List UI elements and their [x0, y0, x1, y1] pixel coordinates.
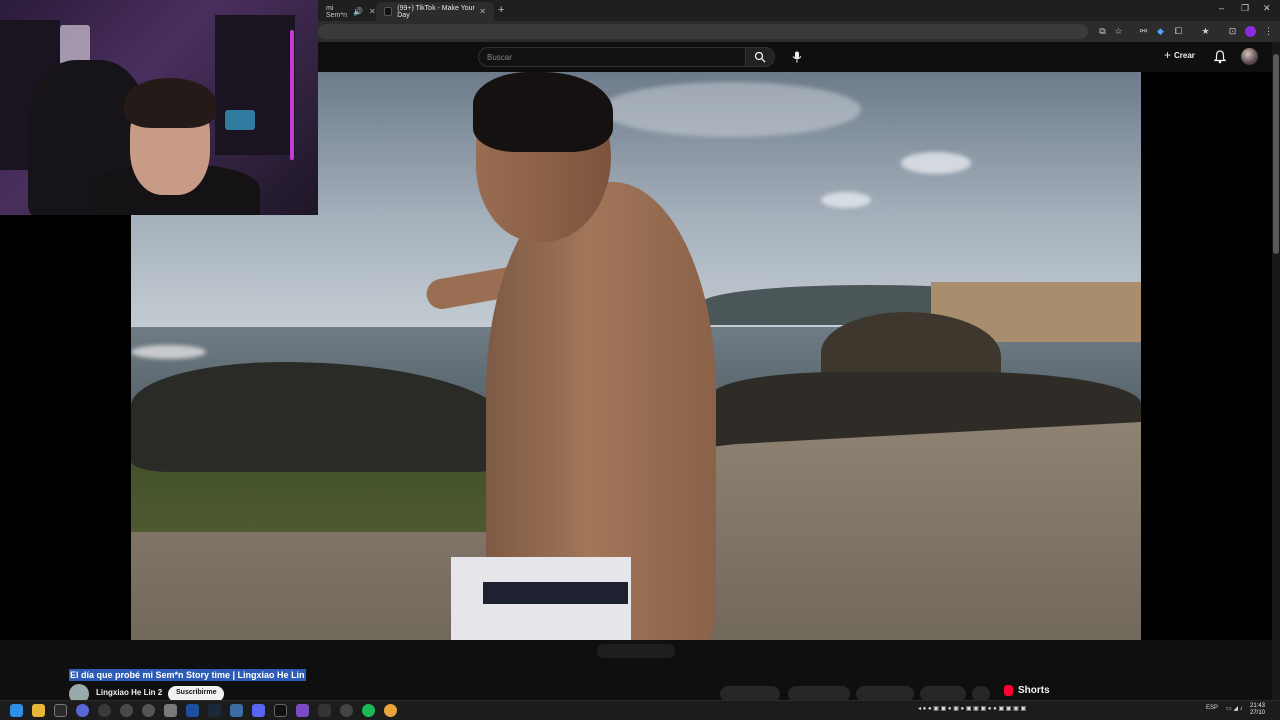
search-icon — [754, 51, 766, 63]
video-info: El día que probé mi Sem*n Story time | L… — [0, 640, 1272, 704]
install-icon[interactable]: ⧉ — [1097, 26, 1108, 37]
shorts-section-header: Shorts — [1004, 685, 1050, 696]
app-icon[interactable] — [164, 704, 177, 717]
search-input[interactable]: Buscar — [478, 47, 746, 67]
tiktok-icon[interactable] — [274, 704, 287, 717]
create-label: Crear — [1174, 50, 1195, 60]
tab-tiktok[interactable]: (99+) TikTok - Make Your Day ✕ — [376, 2, 494, 21]
player-controls-hint — [597, 644, 675, 658]
file-explorer-icon[interactable] — [32, 704, 45, 717]
close-icon[interactable]: ✕ — [479, 7, 486, 16]
page-scrollbar[interactable] — [1272, 42, 1280, 700]
app-icon[interactable] — [186, 704, 199, 717]
spotify-icon[interactable] — [362, 704, 375, 717]
account-avatar[interactable] — [1241, 48, 1258, 65]
app-icon[interactable] — [318, 704, 331, 717]
windows-taskbar: ◂ ● ● ▣ ▣ ● ▣ ● ▣ ▣ ▣ ● ● ▣ ▣ ▣ ▣ ESP ▭ … — [0, 700, 1280, 720]
search-icon[interactable] — [54, 704, 67, 717]
shorts-icon — [1004, 685, 1013, 696]
steam-icon[interactable] — [208, 704, 221, 717]
system-clock[interactable]: 21:43 27/10 — [1250, 703, 1265, 717]
video-title: El día que probé mi Sem*n Story time | L… — [69, 669, 306, 681]
microphone-icon — [792, 51, 802, 63]
speaker-icon[interactable]: 🔊 — [353, 7, 363, 16]
minimize-button[interactable]: – — [1219, 3, 1224, 13]
extension-icon[interactable]: ⊡ — [1227, 26, 1238, 37]
address-bar[interactable] — [318, 24, 1088, 39]
window-close-button[interactable]: ✕ — [1263, 3, 1271, 14]
extension-icon[interactable]: ◆ — [1155, 26, 1166, 37]
app-icon[interactable] — [76, 704, 89, 717]
app-icon[interactable] — [142, 704, 155, 717]
windows-start-icon[interactable] — [10, 704, 23, 717]
tab-label: (99+) TikTok - Make Your Day — [397, 4, 475, 19]
voice-search-button[interactable] — [787, 47, 807, 67]
extension-icon[interactable]: ⚯ — [1138, 26, 1149, 37]
tray-icons[interactable]: ◂ ● ● ▣ ▣ ● ▣ ● ▣ ▣ ▣ ● ● ▣ ▣ ▣ ▣ — [918, 705, 1026, 712]
shorts-label: Shorts — [1018, 685, 1050, 696]
maximize-button[interactable]: ❐ — [1241, 3, 1249, 14]
close-icon[interactable]: ✕ — [369, 7, 376, 16]
tab-youtube[interactable]: mi Sem*n 🔊 ✕ — [318, 2, 376, 21]
tab-label: mi Sem*n — [326, 4, 348, 19]
app-icon[interactable] — [296, 704, 309, 717]
app-icon[interactable] — [340, 704, 353, 717]
create-button[interactable]: + Crear — [1164, 48, 1195, 62]
search-button[interactable] — [745, 47, 775, 67]
webcam-overlay — [0, 0, 318, 215]
notifications-bell-icon[interactable] — [1212, 49, 1228, 65]
scrollbar-thumb[interactable] — [1273, 54, 1279, 254]
language-indicator[interactable]: ESP — [1206, 705, 1218, 711]
network-icon[interactable]: ▭ ◢ ♪ — [1226, 705, 1243, 712]
app-icon[interactable] — [120, 704, 133, 717]
app-icon[interactable] — [230, 704, 243, 717]
bookmarks-icon[interactable]: ★ — [1200, 26, 1211, 37]
chrome-icon[interactable] — [384, 704, 397, 717]
bookmark-star-icon[interactable]: ☆ — [1113, 26, 1124, 37]
screen: mi Sem*n 🔊 ✕ (99+) TikTok - Make Your Da… — [0, 0, 1280, 720]
tiktok-icon — [384, 7, 393, 16]
menu-dots-icon[interactable]: ⋮ — [1263, 26, 1274, 37]
channel-name[interactable]: Lingxiao He Lin 2 — [96, 688, 162, 697]
new-tab-button[interactable]: + — [498, 4, 504, 16]
puzzle-icon[interactable]: ⧠ — [1173, 26, 1184, 37]
plus-icon: + — [1164, 48, 1172, 62]
profile-icon[interactable] — [1245, 26, 1256, 37]
discord-icon[interactable] — [252, 704, 265, 717]
app-icon[interactable] — [98, 704, 111, 717]
